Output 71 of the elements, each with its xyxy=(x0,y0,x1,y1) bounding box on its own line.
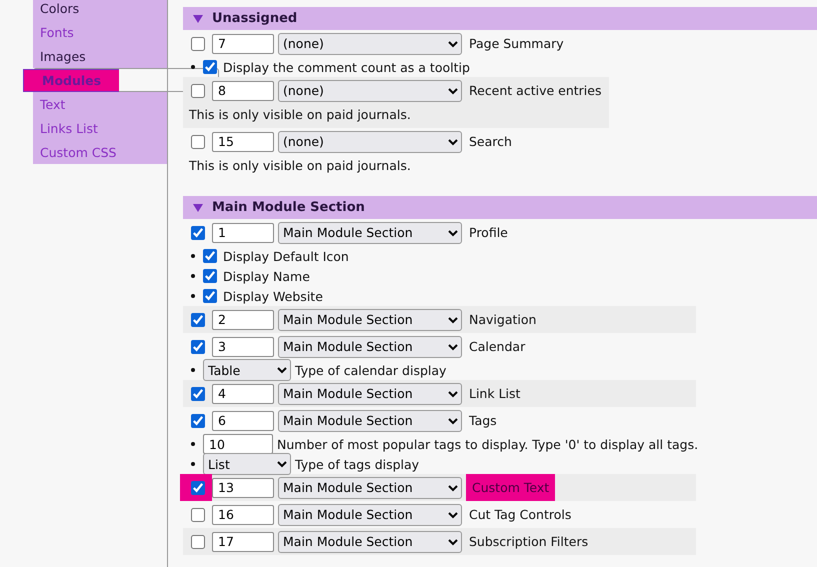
bullet-icon xyxy=(191,462,195,466)
order-field[interactable]: 13 xyxy=(212,478,274,498)
module-checkbox[interactable] xyxy=(191,414,205,428)
module-name: Cut Tag Controls xyxy=(468,506,572,524)
section-select[interactable]: Main Module Section xyxy=(278,410,462,432)
module-name: Subscription Filters xyxy=(468,533,590,551)
module-checkbox[interactable] xyxy=(191,312,205,326)
section-select[interactable]: Main Module Section xyxy=(278,504,462,526)
section-select[interactable]: (none) xyxy=(278,32,462,54)
option-label: Display Name xyxy=(223,268,310,284)
section-select[interactable]: Main Module Section xyxy=(278,336,462,358)
note-text: This is only visible on paid journals. xyxy=(188,157,412,175)
module-checkbox[interactable] xyxy=(191,508,205,522)
order-field[interactable]: 7 xyxy=(212,34,274,54)
module-name: Profile xyxy=(468,224,509,242)
bullet-icon xyxy=(191,254,195,258)
module-checkbox[interactable] xyxy=(191,340,205,354)
option-select[interactable]: List xyxy=(203,453,291,475)
section-select[interactable]: Main Module Section xyxy=(278,530,462,552)
option-checkbox[interactable] xyxy=(203,289,217,303)
option-select[interactable]: Table xyxy=(203,359,291,381)
module-name: Custom Text xyxy=(466,474,556,501)
option-label: Display the comment count as a tooltip xyxy=(223,60,470,74)
order-field[interactable]: 16 xyxy=(212,504,274,524)
section-select[interactable]: (none) xyxy=(278,80,462,102)
module-name: Page Summary xyxy=(468,35,565,53)
module-name: Calendar xyxy=(468,338,526,356)
section-header[interactable]: Unassigned xyxy=(183,7,817,30)
bullet-icon xyxy=(191,65,195,69)
module-name: Recent active entries xyxy=(468,82,602,100)
module-checkbox[interactable] xyxy=(191,134,205,148)
module-checkbox[interactable] xyxy=(191,36,205,50)
option-label: Number of most popular tags to display. Type '0' to display all tags. xyxy=(277,436,698,452)
module-checkbox[interactable] xyxy=(191,480,205,494)
module-checkbox[interactable] xyxy=(191,534,205,548)
bullet-icon xyxy=(191,442,195,446)
note-text: This is only visible on paid journals. xyxy=(188,106,412,124)
section-select[interactable]: Main Module Section xyxy=(278,308,462,330)
order-field[interactable]: 15 xyxy=(212,132,274,152)
option-label: Display Website xyxy=(223,288,323,304)
module-name: Tags xyxy=(468,412,498,430)
module-checkbox[interactable] xyxy=(191,386,205,400)
bullet-icon xyxy=(191,294,195,298)
bullet-icon xyxy=(191,274,195,278)
order-field[interactable]: 8 xyxy=(212,80,274,100)
order-field[interactable]: 2 xyxy=(212,310,274,330)
number-field[interactable]: 10 xyxy=(203,434,273,454)
section-header[interactable]: Main Module Section xyxy=(183,196,817,219)
option-checkbox[interactable] xyxy=(203,249,217,263)
order-field[interactable]: 4 xyxy=(212,384,274,404)
section-select[interactable]: Main Module Section xyxy=(278,222,462,244)
section-select[interactable]: (none) xyxy=(278,130,462,152)
order-field[interactable]: 1 xyxy=(212,222,274,242)
triangle-icon xyxy=(193,14,203,22)
module-checkbox[interactable] xyxy=(191,226,205,240)
module-name: Navigation xyxy=(468,311,538,329)
triangle-icon xyxy=(193,204,203,212)
module-name: Link List xyxy=(468,385,522,403)
option-label: Display Default Icon xyxy=(223,248,349,264)
bullet-icon xyxy=(191,368,195,372)
module-checkbox[interactable] xyxy=(191,84,205,98)
section-select[interactable]: Main Module Section xyxy=(278,382,462,404)
option-checkbox[interactable] xyxy=(203,60,217,74)
module-name: Search xyxy=(468,133,513,151)
section-select[interactable]: Main Module Section xyxy=(278,476,462,498)
order-field[interactable]: 3 xyxy=(212,336,274,356)
option-checkbox[interactable] xyxy=(203,269,217,283)
order-field[interactable]: 17 xyxy=(212,532,274,552)
option-label: Type of tags display xyxy=(295,456,420,472)
option-label: Type of calendar display xyxy=(295,362,446,378)
order-field[interactable]: 6 xyxy=(212,410,274,430)
